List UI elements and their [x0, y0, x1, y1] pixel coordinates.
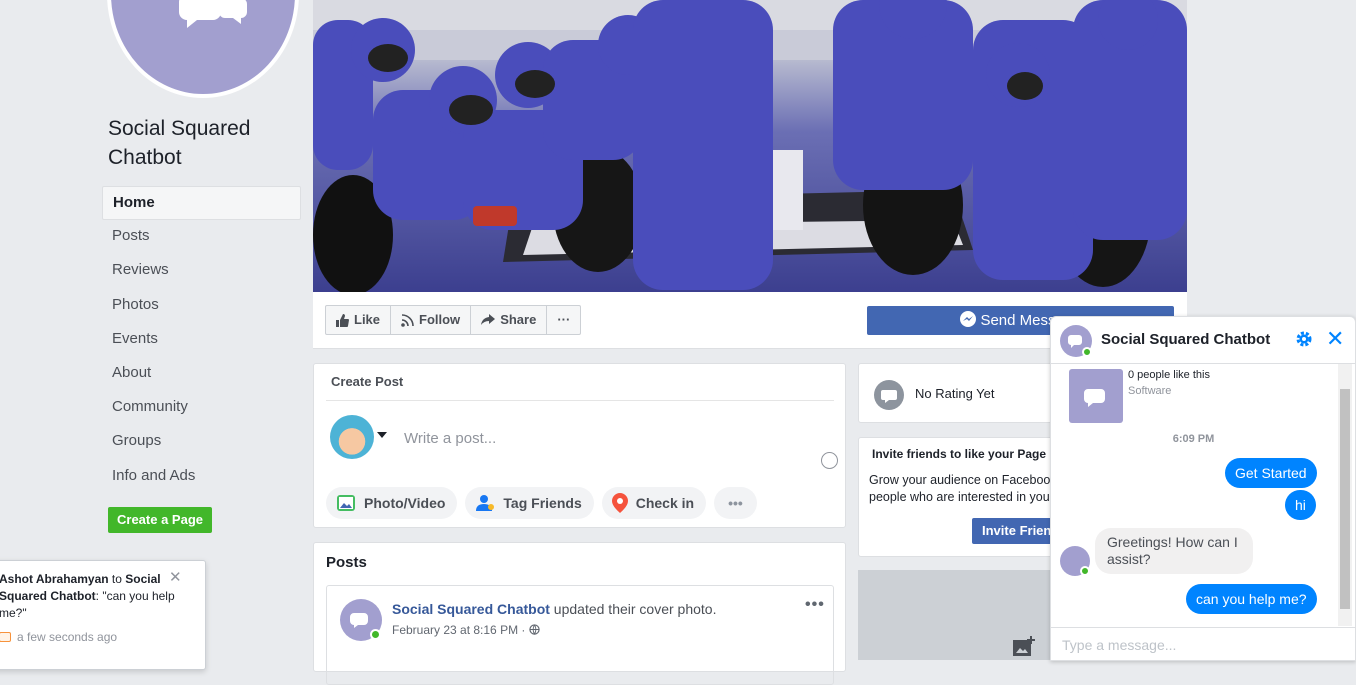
chat-scrollbar-thumb[interactable]: [1340, 389, 1350, 609]
create-page-button[interactable]: Create a Page: [108, 507, 212, 533]
check-in-label: Check in: [635, 495, 695, 511]
cover-photo[interactable]: [313, 0, 1187, 292]
nav-item-posts[interactable]: Posts: [102, 220, 301, 254]
posts-card: Posts Social Squared Chatbot updated the…: [313, 542, 846, 685]
invite-description-line: people who are interested in your Page: [869, 490, 1069, 504]
share-button[interactable]: Share: [471, 306, 548, 334]
create-post-title[interactable]: Create Post: [331, 374, 403, 389]
page-category: Software: [1128, 385, 1172, 397]
pit-stop-illustration: [313, 0, 1187, 292]
notification-actor: Ashot Abrahamyan: [0, 572, 109, 586]
nav-item-photos[interactable]: Photos: [102, 289, 301, 323]
thumbs-up-icon: [336, 313, 349, 327]
photo-icon: [337, 495, 355, 511]
chat-bubbles-icon: [179, 0, 247, 28]
invite-friends-card: Invite friends to like your Page Grow yo…: [858, 437, 1069, 557]
post-item: Social Squared Chatbot updated their cov…: [326, 585, 834, 685]
more-actions-button[interactable]: ···: [547, 306, 580, 334]
post-header: Social Squared Chatbot updated their cov…: [392, 601, 716, 617]
add-photo-box[interactable]: [858, 570, 1058, 660]
nav-item-info-and-ads[interactable]: Info and Ads: [102, 460, 301, 494]
photo-video-label: Photo/Video: [364, 495, 446, 511]
check-in-button[interactable]: Check in: [601, 487, 707, 519]
message-input[interactable]: [1060, 636, 1340, 654]
tag-friends-icon: [476, 495, 495, 511]
post-timestamp[interactable]: February 23 at 8:16 PM ·: [392, 623, 540, 637]
nav-item-community[interactable]: Community: [102, 391, 301, 425]
nav-item-groups[interactable]: Groups: [102, 425, 301, 459]
post-author-link[interactable]: Social Squared Chatbot: [392, 601, 550, 617]
rss-icon: [401, 313, 414, 327]
chat-page-avatar[interactable]: [1060, 325, 1092, 357]
chat-bubbles-icon: [1084, 389, 1105, 407]
user-avatar[interactable]: [330, 415, 374, 459]
emoji-icon[interactable]: [821, 452, 838, 469]
notification-time: a few seconds ago: [0, 629, 117, 646]
chat-composer: [1051, 627, 1356, 663]
bot-avatar: [1060, 546, 1090, 576]
invite-description-line: Grow your audience on Facebook by inviti…: [869, 473, 1069, 487]
rating-text: No Rating Yet: [915, 386, 995, 401]
photo-video-button[interactable]: Photo/Video: [326, 487, 458, 519]
notification-time-text: a few seconds ago: [17, 630, 118, 644]
close-icon[interactable]: ✕: [1326, 326, 1344, 352]
write-post-input[interactable]: [404, 427, 784, 449]
page-title: Social Squared Chatbot: [108, 117, 251, 169]
messenger-chat-window: Social Squared Chatbot ✕ 0 people like t…: [1050, 316, 1356, 661]
like-button[interactable]: Like: [326, 306, 392, 334]
follow-button[interactable]: Follow: [391, 306, 472, 334]
message-out[interactable]: Get Started: [1225, 458, 1317, 488]
invite-friends-button[interactable]: Invite Friends: [972, 518, 1062, 544]
chat-header[interactable]: Social Squared Chatbot ✕: [1051, 317, 1356, 364]
tag-friends-button[interactable]: Tag Friends: [465, 487, 594, 519]
nav-item-about[interactable]: About: [102, 357, 301, 391]
page-profile-picture[interactable]: [107, 0, 299, 98]
share-arrow-icon: [481, 314, 496, 325]
nav-item-events[interactable]: Events: [102, 323, 301, 357]
post-options-button[interactable]: •••: [805, 596, 825, 614]
message-notification[interactable]: Ashot Abrahamyan to Social Squared Chatb…: [0, 560, 206, 670]
online-indicator: [1082, 347, 1092, 357]
invite-title: Invite friends to like your Page: [872, 447, 1047, 461]
post-date-text: February 23 at 8:16 PM ·: [392, 623, 529, 637]
globe-icon: [529, 624, 540, 635]
page-nav: Home Posts Reviews Photos Events About C…: [102, 186, 301, 494]
invite-description: Grow your audience on Facebook by inviti…: [869, 472, 1069, 506]
follow-label: Follow: [419, 312, 461, 327]
message-out[interactable]: can you help me?: [1186, 584, 1317, 614]
rating-card: No Rating Yet: [858, 363, 1058, 423]
chevron-down-icon[interactable]: [377, 432, 387, 438]
chat-timestamp: 6:09 PM: [1172, 433, 1215, 445]
posts-title: Posts: [326, 554, 367, 571]
online-indicator: [1080, 566, 1090, 576]
location-pin-icon: [611, 493, 628, 513]
notification-to: to: [108, 572, 126, 586]
page-avatar[interactable]: [340, 599, 382, 641]
online-indicator: [370, 629, 381, 640]
nav-item-home[interactable]: Home: [102, 186, 301, 221]
share-label: Share: [500, 312, 537, 327]
tag-friends-label: Tag Friends: [503, 495, 582, 511]
page-info-thumbnail: [1069, 369, 1123, 423]
page-actions: Like Follow Share ···: [325, 305, 582, 335]
message-in[interactable]: Greetings! How can I assist?: [1095, 528, 1253, 574]
post-action-text: updated their cover photo.: [549, 601, 717, 617]
message-icon: [0, 632, 11, 642]
page-likes: 0 people like this: [1128, 369, 1210, 381]
chat-title[interactable]: Social Squared Chatbot: [1101, 331, 1270, 348]
like-label: Like: [354, 312, 381, 327]
gear-icon[interactable]: [1295, 330, 1313, 348]
message-out[interactable]: hi: [1285, 490, 1316, 520]
nav-item-reviews[interactable]: Reviews: [102, 254, 301, 288]
more-post-options-button[interactable]: •••: [714, 487, 757, 519]
divider: [326, 400, 834, 401]
messenger-icon: [960, 311, 977, 327]
close-icon[interactable]: ✕: [169, 569, 182, 586]
rating-icon: [874, 380, 904, 410]
post-options: Photo/Video Tag Friends Check in •••: [326, 487, 757, 519]
create-post-card: Create Post Photo/Video Tag Friends Chec…: [313, 363, 846, 528]
